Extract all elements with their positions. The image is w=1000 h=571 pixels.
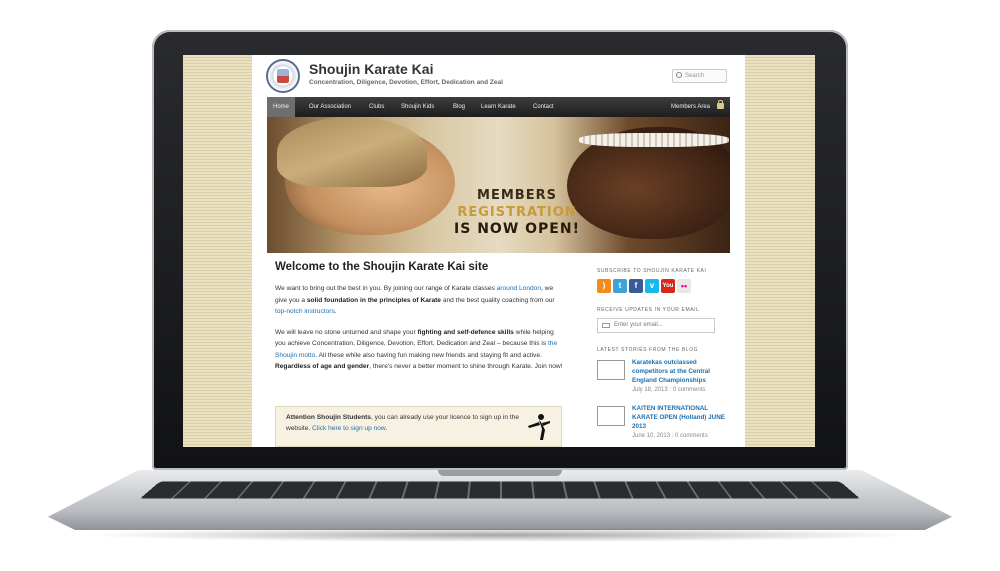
web-page: Shoujin Karate Kai Concentration, Dilige… <box>252 55 745 447</box>
twitter-icon[interactable]: t <box>613 279 627 293</box>
tatami-background-left <box>183 55 253 447</box>
email-field[interactable]: Enter your email... <box>597 318 715 333</box>
search-placeholder: Search <box>685 73 705 79</box>
email-title: RECEIVE UPDATES IN YOUR EMAIL <box>597 307 700 313</box>
sign-up-link[interactable]: Click here to sign up now <box>312 425 385 432</box>
instructors-link[interactable]: top-notch instructors <box>275 308 335 315</box>
intro-paragraph: We want to bring out the best in you. By… <box>275 285 555 315</box>
nav-item-contact[interactable]: Contact <box>527 97 560 117</box>
laptop-shadow <box>80 528 920 542</box>
mail-icon <box>602 323 610 328</box>
social-icons: ) t f v You •• <box>597 279 727 293</box>
main-navigation: Home Our Association Clubs Shoujin Kids … <box>267 97 730 117</box>
site-header: Shoujin Karate Kai Concentration, Dilige… <box>252 55 745 97</box>
youtube-icon[interactable]: You <box>661 279 675 293</box>
sidebar: SUBSCRIBE TO SHOUJIN KARATE KAI ) t f v … <box>597 268 727 439</box>
story-thumbnail[interactable] <box>597 360 625 380</box>
nav-item-our-association[interactable]: Our Association <box>303 97 357 117</box>
laptop-base <box>48 470 952 530</box>
blog-story: Karatekas outclassed competitors at the … <box>597 358 727 400</box>
banner-headband <box>579 133 729 147</box>
vimeo-icon[interactable]: v <box>645 279 659 293</box>
search-icon <box>676 72 682 78</box>
page-title: Welcome to the Shoujin Karate Kai site <box>275 261 489 273</box>
subscribe-title: SUBSCRIBE TO SHOUJIN KARATE KAI <box>597 268 707 274</box>
students-callout: Attention Shoujin Students, you can alre… <box>275 406 562 447</box>
lock-icon <box>717 100 724 109</box>
search-input[interactable]: Search <box>672 69 727 83</box>
site-tagline: Concentration, Diligence, Devotion, Effo… <box>309 79 503 86</box>
banner-line-registration: REGISTRATION <box>457 205 577 220</box>
nav-item-members-area[interactable]: Members Area <box>665 97 716 117</box>
laptop-hinge <box>438 470 562 476</box>
banner-text: MEMBERS REGISTRATION IS NOW OPEN! <box>437 187 597 238</box>
site-logo-icon[interactable] <box>266 59 300 93</box>
flickr-icon[interactable]: •• <box>677 279 691 293</box>
banner-line-now-open: IS NOW OPEN! <box>454 221 580 237</box>
hero-banner[interactable]: MEMBERS REGISTRATION IS NOW OPEN! <box>267 117 730 253</box>
laptop-keyboard <box>139 481 861 499</box>
motto-paragraph: We will leave no stone unturned and shap… <box>275 328 563 371</box>
story-thumbnail[interactable] <box>597 406 625 426</box>
nav-item-shoujin-kids[interactable]: Shoujin Kids <box>395 97 440 117</box>
story-title-link[interactable]: KAITEN INTERNATIONAL KARATE OPEN (Hollan… <box>632 405 725 430</box>
main-content: Welcome to the Shoujin Karate Kai site W… <box>275 261 565 382</box>
karate-kick-icon <box>528 414 550 440</box>
nav-item-clubs[interactable]: Clubs <box>363 97 390 117</box>
email-placeholder: Enter your email... <box>614 322 663 328</box>
banner-boy-hair <box>277 117 427 187</box>
tatami-background-right <box>745 55 815 447</box>
around-london-link[interactable]: around London <box>497 285 541 292</box>
blog-story: KAITEN INTERNATIONAL KARATE OPEN (Hollan… <box>597 404 727 439</box>
site-title[interactable]: Shoujin Karate Kai <box>309 61 433 77</box>
nav-item-home[interactable]: Home <box>267 97 296 117</box>
story-title-link[interactable]: Karatekas outclassed competitors at the … <box>632 359 710 384</box>
facebook-icon[interactable]: f <box>629 279 643 293</box>
story-meta: June 10, 2013 : 0 comments <box>632 433 708 439</box>
story-meta: July 18, 2013 : 0 comments <box>632 387 706 393</box>
nav-item-learn-karate[interactable]: Learn Karate <box>475 97 522 117</box>
nav-item-blog[interactable]: Blog <box>447 97 471 117</box>
stories-title: LATEST STORIES FROM THE BLOG <box>597 347 699 353</box>
rss-icon[interactable]: ) <box>597 279 611 293</box>
laptop-screen: Shoujin Karate Kai Concentration, Dilige… <box>183 55 815 447</box>
banner-line-members: MEMBERS <box>477 188 557 203</box>
